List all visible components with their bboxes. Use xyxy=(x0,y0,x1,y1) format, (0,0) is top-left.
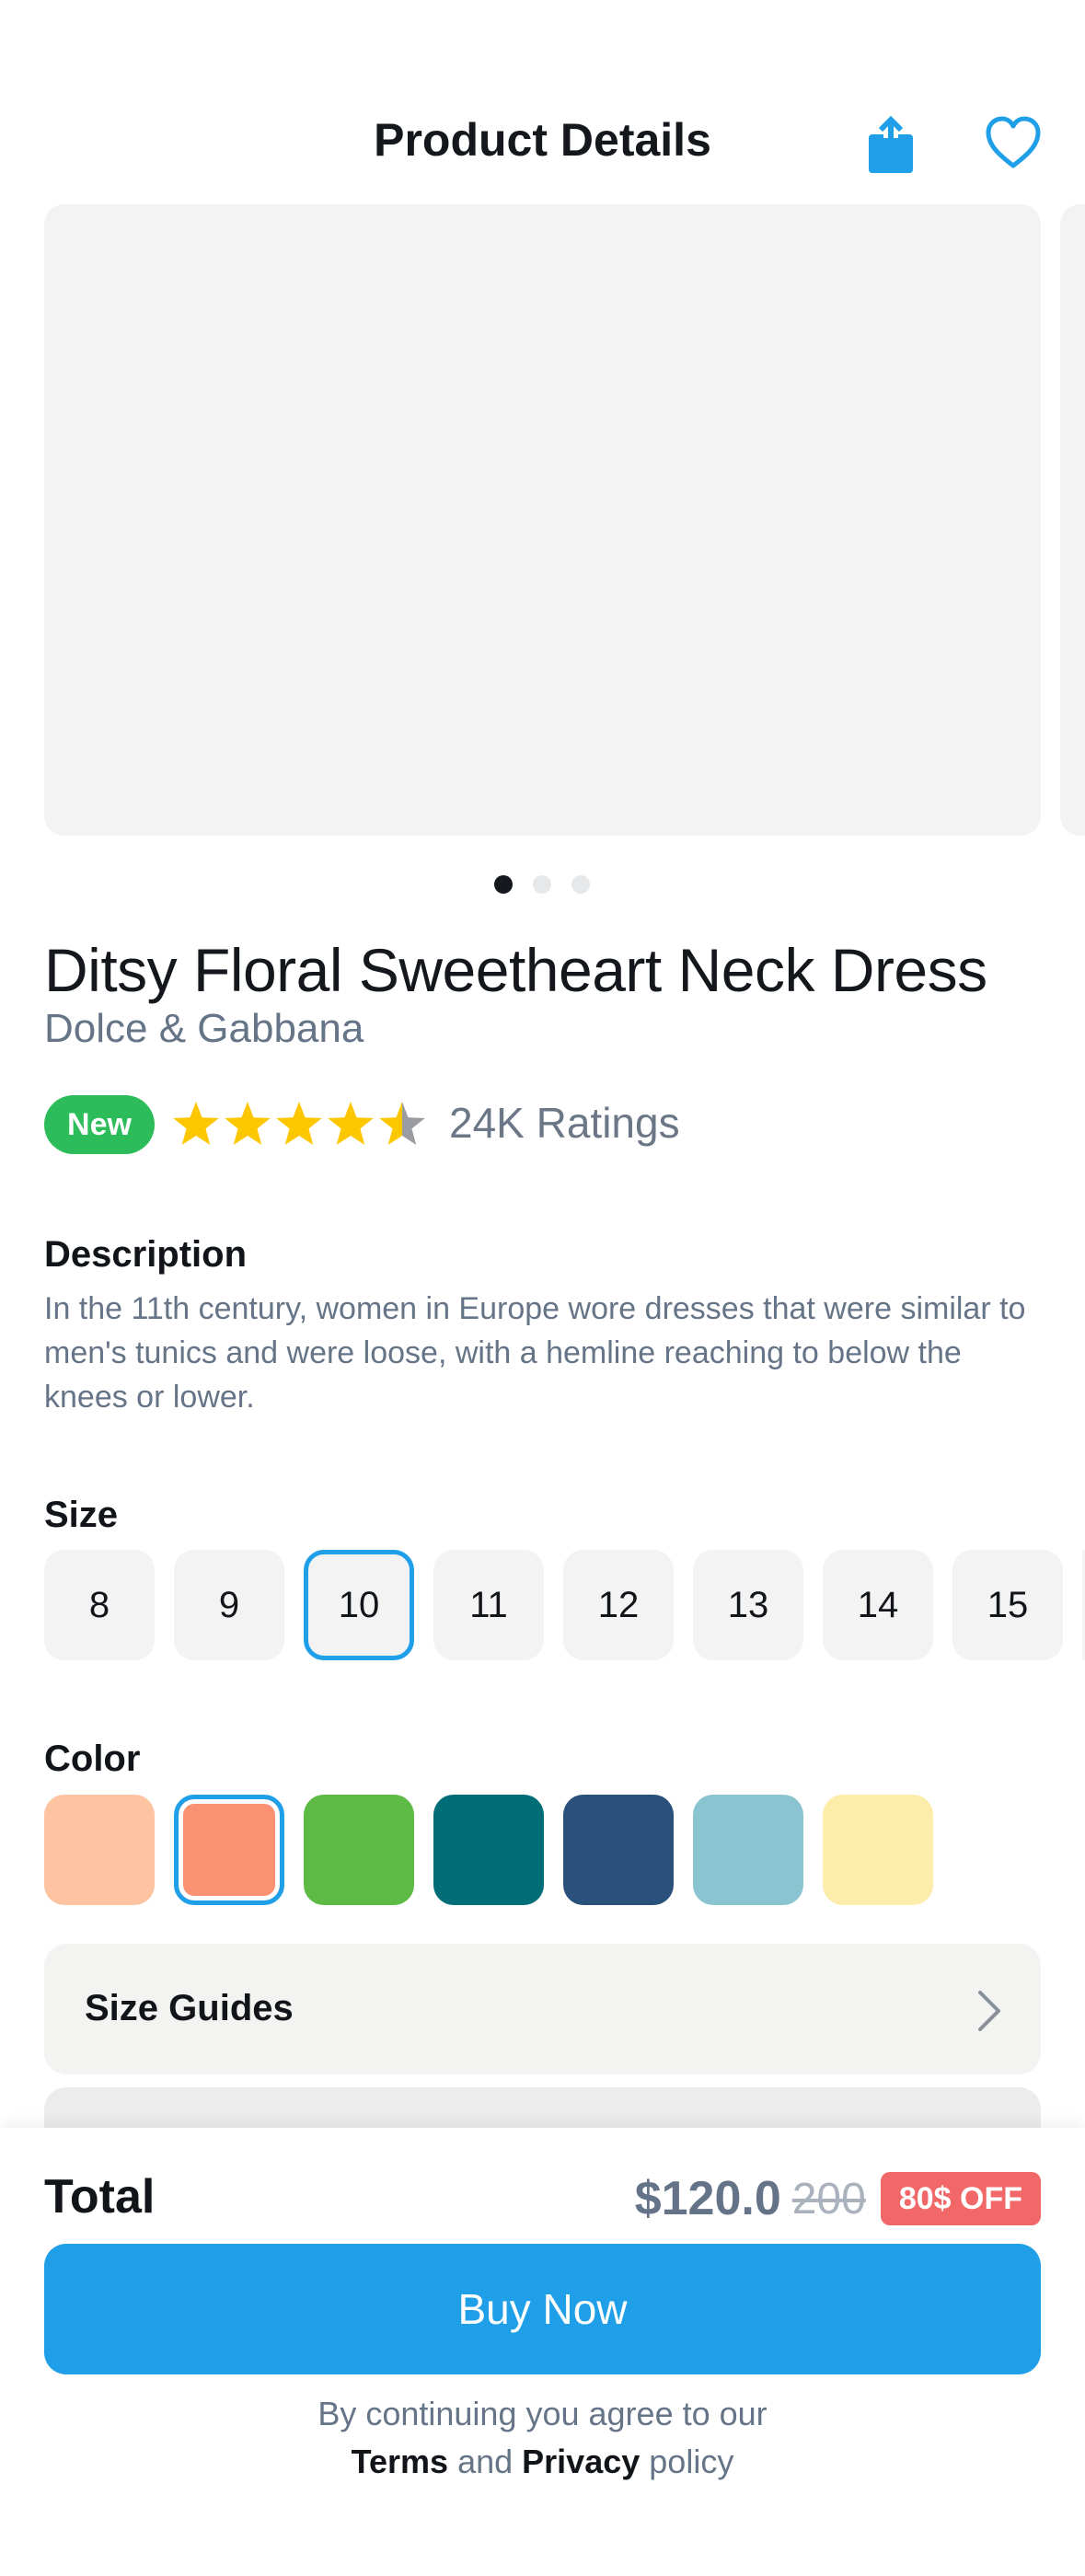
star-icon xyxy=(276,1102,322,1146)
size-option[interactable]: 13 xyxy=(693,1550,803,1660)
color-swatch[interactable] xyxy=(44,1795,155,1905)
rating-stars xyxy=(171,1099,429,1150)
product-image-next[interactable] xyxy=(1060,204,1085,836)
color-label: Color xyxy=(44,1739,141,1779)
heart-icon xyxy=(986,116,1041,168)
share-icon xyxy=(869,116,913,173)
color-swatch[interactable] xyxy=(563,1795,674,1905)
new-badge: New xyxy=(44,1095,155,1154)
carousel-dot[interactable] xyxy=(571,875,590,894)
size-option[interactable]: 12 xyxy=(563,1550,674,1660)
discount-badge: 80$ OFF xyxy=(880,2172,1041,2225)
share-button[interactable] xyxy=(866,114,916,173)
page-title: Product Details xyxy=(374,114,711,166)
size-option[interactable]: 11 xyxy=(433,1550,544,1660)
current-price: $120.0 xyxy=(634,2172,781,2225)
size-option[interactable]: 10 xyxy=(304,1550,414,1660)
carousel-dot[interactable] xyxy=(494,875,513,894)
original-price: 200 xyxy=(791,2174,866,2224)
consent-text: By continuing you agree to our xyxy=(317,2395,768,2432)
favorite-button[interactable] xyxy=(983,114,1044,171)
star-icon xyxy=(225,1102,271,1146)
product-brand[interactable]: Dolce & Gabbana xyxy=(44,1006,364,1052)
consent-links: Terms and Privacy policy xyxy=(0,2443,1085,2481)
color-swatch[interactable] xyxy=(174,1795,284,1905)
terms-link[interactable]: Terms xyxy=(352,2443,448,2480)
buy-now-button[interactable]: Buy Now xyxy=(44,2244,1041,2374)
privacy-link[interactable]: Privacy xyxy=(522,2443,640,2480)
carousel-dot[interactable] xyxy=(533,875,551,894)
size-guides-label: Size Guides xyxy=(85,1988,294,2028)
price-row: $120.0 200 80$ OFF xyxy=(635,2166,1041,2231)
star-icon xyxy=(379,1102,425,1146)
star-icon xyxy=(328,1102,374,1146)
ratings-count[interactable]: 24K Ratings xyxy=(449,1098,680,1148)
size-option[interactable]: 14 xyxy=(823,1550,933,1660)
color-swatch[interactable] xyxy=(823,1795,933,1905)
chevron-right-icon xyxy=(974,1988,1005,2034)
consent-policy: policy xyxy=(649,2443,734,2480)
color-swatch[interactable] xyxy=(693,1795,803,1905)
description-text: In the 11th century, women in Europe wor… xyxy=(44,1291,1026,1415)
description-label: Description xyxy=(44,1234,248,1275)
product-image[interactable] xyxy=(44,204,1041,836)
product-title: Ditsy Floral Sweetheart Neck Dress xyxy=(44,936,987,1004)
total-label: Total xyxy=(44,2170,156,2224)
size-option[interactable]: 15 xyxy=(952,1550,1063,1660)
size-option[interactable]: 9 xyxy=(174,1550,284,1660)
color-swatch[interactable] xyxy=(433,1795,544,1905)
star-icon xyxy=(173,1102,219,1146)
consent-and: and xyxy=(457,2443,514,2480)
size-label: Size xyxy=(44,1495,119,1535)
color-swatch[interactable] xyxy=(304,1795,414,1905)
size-option[interactable]: 8 xyxy=(44,1550,155,1660)
